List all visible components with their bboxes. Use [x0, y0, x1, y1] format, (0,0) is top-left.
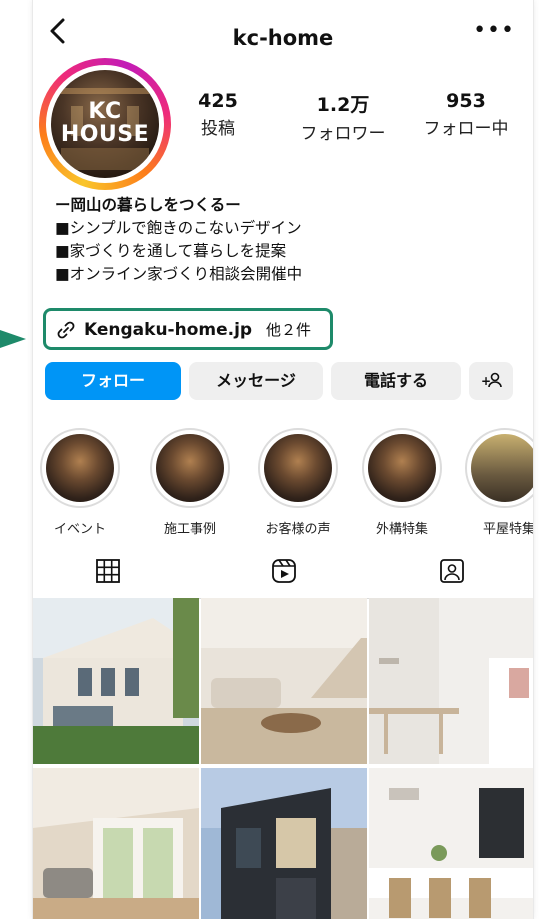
avatar[interactable]: KC HOUSE: [39, 58, 171, 190]
post-thumbnail[interactable]: [369, 598, 533, 764]
content-tabs: [33, 548, 533, 599]
profile-username: kc-home: [232, 26, 334, 50]
add-user-icon: +: [481, 372, 502, 388]
post-thumbnail[interactable]: [201, 768, 367, 919]
profile-link[interactable]: Kengaku-home.jp 他２件: [43, 308, 333, 350]
avatar-image: KC HOUSE: [51, 70, 159, 178]
posts-count[interactable]: 425 投稿: [183, 90, 253, 139]
message-button[interactable]: メッセージ: [189, 362, 323, 400]
add-user-button[interactable]: +: [469, 362, 513, 400]
post-thumbnail[interactable]: [33, 598, 199, 764]
profile-bio: ー岡山の暮らしをつくるー ■シンプルで飽きのこないデザイン ■家づくりを通して暮…: [55, 196, 303, 283]
grid-icon[interactable]: [93, 556, 123, 586]
highlight-onestory[interactable]: 平屋特集: [465, 428, 533, 537]
highlight-works[interactable]: 施工事例: [147, 428, 233, 537]
followers-count[interactable]: 1.2万 フォロワー: [283, 90, 403, 144]
highlight-exterior[interactable]: 外構特集: [359, 428, 445, 537]
avatar-logo-text: KC HOUSE: [60, 99, 150, 147]
link-url[interactable]: Kengaku-home.jp: [84, 320, 252, 340]
tagged-icon[interactable]: [437, 556, 467, 586]
more-options-icon[interactable]: •••: [473, 18, 515, 43]
link-icon: [57, 321, 75, 339]
reels-icon[interactable]: [269, 556, 299, 586]
post-thumbnail[interactable]: [201, 598, 367, 764]
follow-button[interactable]: フォロー: [45, 362, 181, 400]
highlight-event[interactable]: イベント: [37, 428, 123, 537]
call-button[interactable]: 電話する: [331, 362, 461, 400]
post-thumbnail[interactable]: [33, 768, 199, 919]
highlight-voices[interactable]: お客様の声: [255, 428, 341, 537]
instagram-profile-screen: kc-home ••• KC HOUSE 425 投稿 1.2万 フォロワー 9…: [32, 0, 534, 919]
post-thumbnail[interactable]: [369, 768, 533, 919]
following-count[interactable]: 953 フォロー中: [411, 90, 521, 139]
annotation-arrow: [0, 330, 26, 348]
profile-stats: 425 投稿 1.2万 フォロワー 953 フォロー中: [183, 90, 533, 150]
link-extra[interactable]: 他２件: [266, 321, 311, 339]
